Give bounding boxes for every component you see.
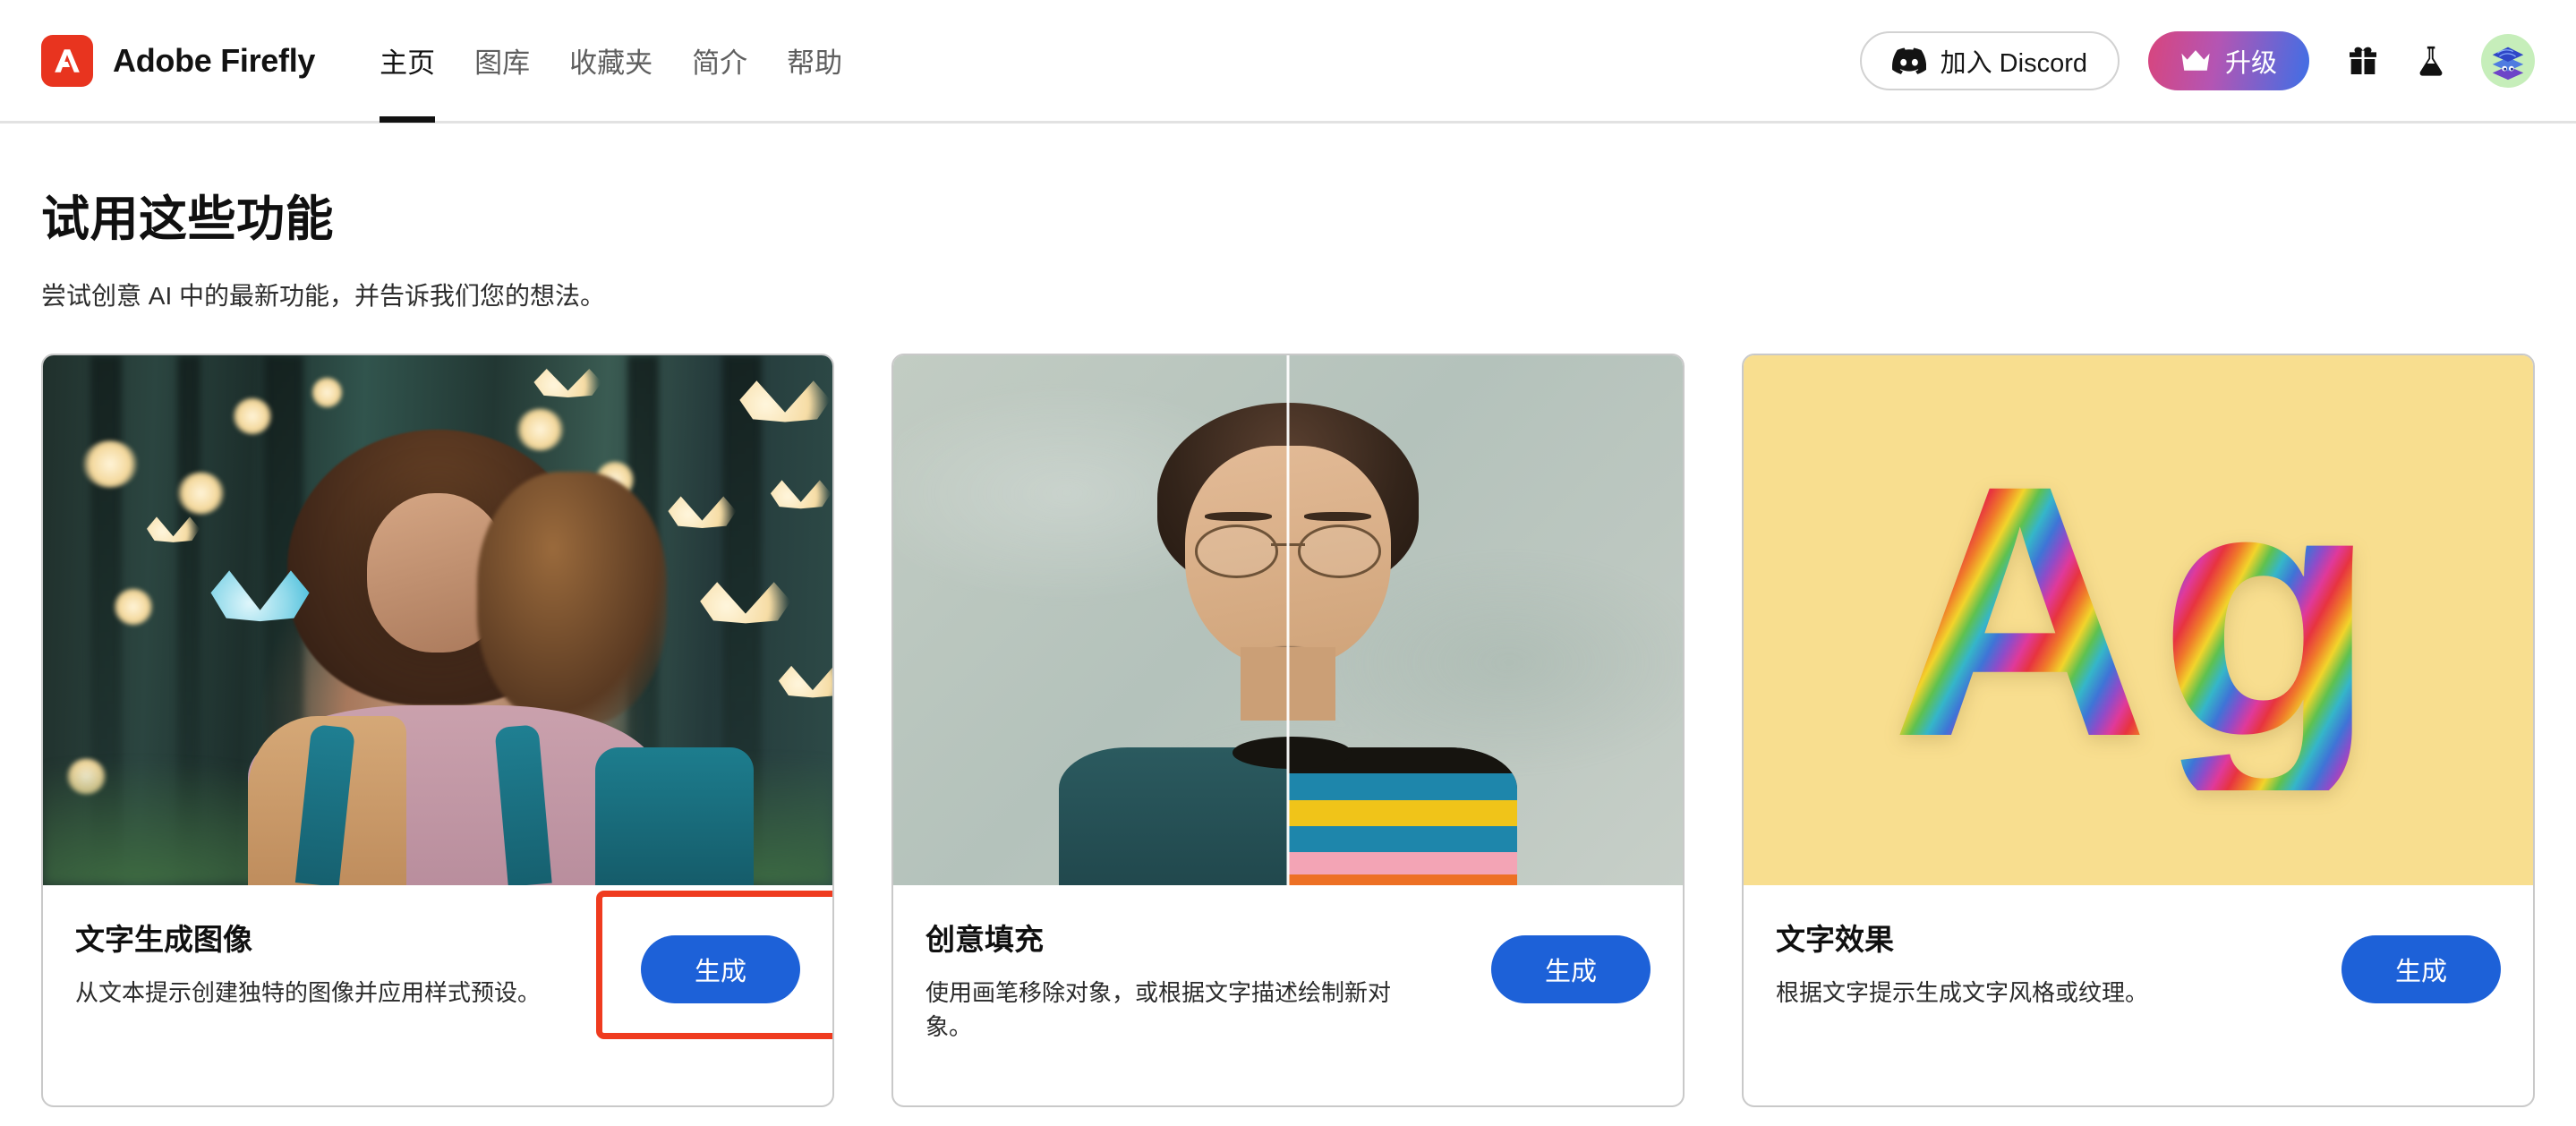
nav-item-gallery[interactable]: 图库 [455, 0, 550, 123]
nav-item-home[interactable]: 主页 [360, 0, 455, 123]
card-action-text-effects: 生成 [2341, 916, 2501, 1003]
card-body-text-to-image: 文字生成图像 从文本提示创建独特的图像并应用样式预设。 生成 [43, 885, 832, 1105]
card-description: 使用画笔移除对象，或根据文字描述绘制新对象。 [925, 979, 1392, 1040]
header-actions: 加入 Discord 升级 [1859, 30, 2535, 92]
card-text-text-to-image: 文字生成图像 从文本提示创建独特的图像并应用样式预设。 [75, 916, 623, 1011]
card-action-text-to-image: 生成 [596, 891, 832, 1039]
generate-button-generative-fill[interactable]: 生成 [1491, 935, 1651, 1003]
card-description: 根据文字提示生成文字风格或纹理。 [1776, 979, 2149, 1006]
card-description: 从文本提示创建独特的图像并应用样式预设。 [75, 979, 542, 1006]
feature-card-generative-fill[interactable]: 创意填充 使用画笔移除对象，或根据文字描述绘制新对象。 生成 [891, 354, 1685, 1107]
app-header: Adobe Firefly 主页 图库 收藏夹 简介 帮助 加入 Discord… [0, 0, 2576, 124]
gift-icon [2345, 43, 2381, 79]
nav-item-about[interactable]: 简介 [672, 0, 767, 123]
feature-card-text-to-image[interactable]: 文字生成图像 从文本提示创建独特的图像并应用样式预设。 生成 [41, 354, 834, 1107]
card-text-text-effects: 文字效果 根据文字提示生成文字风格或纹理。 [1776, 916, 2324, 1011]
split-portrait-image [893, 355, 1683, 885]
card-text-generative-fill: 创意填充 使用画笔移除对象，或根据文字描述绘制新对象。 [925, 916, 1473, 1044]
text-effect-glyphs: Ag [1890, 411, 2386, 811]
feature-card-grid: 文字生成图像 从文本提示创建独特的图像并应用样式预设。 生成 创意填充 使用画笔… [41, 354, 2535, 1107]
card-title: 创意填充 [925, 923, 1044, 956]
page-content: 试用这些功能 尝试创意 AI 中的最新功能，并告诉我们您的想法。 文字生成图像 … [0, 179, 2576, 1107]
card-body-generative-fill: 创意填充 使用画笔移除对象，或根据文字描述绘制新对象。 生成 [893, 885, 1683, 1105]
brand-name: Adobe Firefly [113, 41, 316, 79]
flask-icon [2413, 43, 2449, 79]
card-action-generative-fill: 生成 [1491, 916, 1651, 1003]
labs-button[interactable] [2397, 30, 2465, 92]
avatar[interactable] [2481, 33, 2535, 88]
discord-icon [1891, 47, 1926, 74]
card-title: 文字效果 [1776, 923, 1894, 956]
page-title: 试用这些功能 [41, 192, 334, 246]
card-body-text-effects: 文字效果 根据文字提示生成文字风格或纹理。 生成 [1744, 885, 2533, 1105]
card-media-text-to-image [43, 355, 832, 885]
main-nav: 主页 图库 收藏夹 简介 帮助 [360, 0, 862, 123]
upgrade-label: 升级 [2224, 48, 2277, 78]
join-discord-button[interactable]: 加入 Discord [1859, 30, 2120, 90]
brand-logo[interactable]: Adobe Firefly [41, 34, 316, 87]
join-discord-label: 加入 Discord [1940, 48, 2087, 78]
card-media-generative-fill [893, 355, 1683, 885]
nav-item-help[interactable]: 帮助 [767, 0, 862, 123]
adobe-a-icon [41, 34, 93, 87]
feature-card-text-effects[interactable]: Ag 文字效果 根据文字提示生成文字风格或纹理。 生成 [1742, 354, 2535, 1107]
crown-icon [2180, 49, 2211, 73]
nav-item-favorites[interactable]: 收藏夹 [550, 0, 672, 123]
gift-button[interactable] [2329, 30, 2397, 92]
furry-rainbow-letters-image: Ag [1744, 355, 2533, 885]
generate-button-text-effects[interactable]: 生成 [2341, 935, 2501, 1003]
page-subtitle: 尝试创意 AI 中的最新功能，并告诉我们您的想法。 [41, 282, 606, 310]
user-avatar-icon [2487, 40, 2529, 81]
girl-in-glowing-forest-image [43, 355, 832, 885]
upgrade-button[interactable]: 升级 [2147, 30, 2309, 90]
card-media-text-effects: Ag [1744, 355, 2533, 885]
generate-button-text-to-image[interactable]: 生成 [641, 935, 800, 1003]
card-title: 文字生成图像 [75, 923, 252, 956]
